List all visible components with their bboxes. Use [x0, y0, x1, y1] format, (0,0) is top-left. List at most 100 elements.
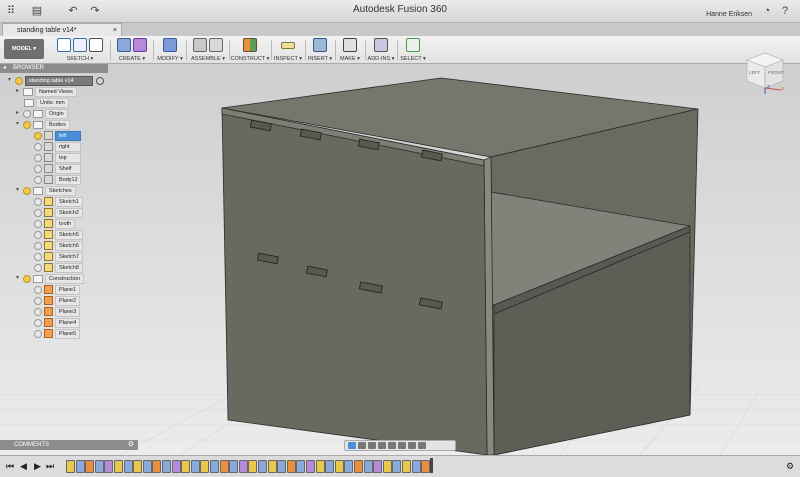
- select-group[interactable]: SELECT ▾: [398, 37, 428, 62]
- timeline-feature-icon[interactable]: [85, 460, 95, 473]
- visibility-bulb-icon[interactable]: [34, 209, 42, 217]
- visibility-bulb-icon[interactable]: [34, 308, 42, 316]
- viewcube-left-face[interactable]: LEFT: [749, 70, 760, 75]
- go-to-end-icon[interactable]: ⏭: [46, 460, 54, 472]
- visibility-bulb-icon[interactable]: [34, 220, 42, 228]
- body-item[interactable]: left: [34, 131, 81, 141]
- timeline-feature-icon[interactable]: [104, 460, 114, 473]
- document-tab[interactable]: standing table v14* ×: [2, 23, 122, 36]
- timeline-feature-icon[interactable]: [267, 460, 277, 473]
- timeline-feature-icon[interactable]: [66, 460, 75, 473]
- make-group[interactable]: MAKE ▾: [336, 37, 364, 62]
- plane-item[interactable]: Plane5: [34, 329, 81, 339]
- timeline-feature-icon[interactable]: [325, 460, 335, 473]
- timeline-feature-icon[interactable]: [286, 460, 296, 473]
- timeline-feature-icon[interactable]: [306, 460, 315, 473]
- timeline-feature-icon[interactable]: [133, 460, 143, 473]
- workspace-switcher[interactable]: MODEL ▾: [4, 39, 44, 59]
- sketch-group[interactable]: SKETCH ▾: [50, 37, 110, 62]
- plane-item[interactable]: Plane2: [34, 296, 81, 306]
- timeline-feature-icon[interactable]: [229, 460, 239, 473]
- zoom-icon[interactable]: [378, 442, 386, 449]
- construction-node[interactable]: ▾ Construction: [16, 274, 84, 284]
- timeline-feature-icon[interactable]: [219, 460, 229, 473]
- grid-settings-icon[interactable]: [408, 442, 416, 449]
- origin-node[interactable]: ▸ Origin: [16, 109, 68, 119]
- visibility-bulb-icon[interactable]: [34, 330, 42, 338]
- construct-group[interactable]: CONSTRUCT ▾: [230, 37, 270, 62]
- units-node[interactable]: Units: mm: [24, 98, 69, 108]
- timeline-feature-icon[interactable]: [114, 460, 123, 473]
- visibility-bulb-icon[interactable]: [15, 77, 23, 85]
- assemble-group[interactable]: ASSEMBLE ▾: [188, 37, 228, 62]
- viewcube-front-face[interactable]: FRONT: [768, 70, 784, 75]
- visibility-bulb-icon[interactable]: [23, 275, 31, 283]
- timeline-feature-icon[interactable]: [315, 460, 325, 473]
- timeline-marker[interactable]: [430, 458, 433, 473]
- visibility-bulb-icon[interactable]: [34, 253, 42, 261]
- visibility-bulb-icon[interactable]: [34, 286, 42, 294]
- body-item[interactable]: Body12: [34, 175, 81, 185]
- pan-icon[interactable]: [368, 442, 376, 449]
- visibility-bulb-icon[interactable]: [34, 242, 42, 250]
- help-icon[interactable]: ?: [778, 5, 792, 17]
- sketch-item[interactable]: Sketch6: [34, 241, 83, 251]
- sketch-item[interactable]: Sketch2: [34, 208, 83, 218]
- timeline-feature-icon[interactable]: [392, 460, 402, 473]
- create-group[interactable]: CREATE ▾: [112, 37, 152, 62]
- sketch-item[interactable]: Sketch8: [34, 263, 83, 273]
- look-at-icon[interactable]: [358, 442, 366, 449]
- viewcube[interactable]: LEFT FRONT Z X: [741, 50, 789, 94]
- plane-item[interactable]: Plane3: [34, 307, 81, 317]
- timeline-feature-icon[interactable]: [238, 460, 248, 473]
- timeline-settings-icon[interactable]: ⚙: [786, 460, 794, 472]
- play-icon[interactable]: ▶: [34, 460, 41, 472]
- timeline-feature-icon[interactable]: [190, 460, 200, 473]
- visibility-bulb-icon[interactable]: [23, 110, 31, 118]
- timeline-feature-icon[interactable]: [334, 460, 344, 473]
- insert-group[interactable]: INSERT ▾: [306, 37, 334, 62]
- timeline-feature-icon[interactable]: [382, 460, 392, 473]
- comments-settings-icon[interactable]: ⚙: [128, 440, 134, 450]
- timeline-feature-icon[interactable]: [200, 460, 210, 473]
- timeline-feature-icon[interactable]: [75, 460, 85, 473]
- timeline-feature-icon[interactable]: [296, 460, 306, 473]
- visibility-bulb-icon[interactable]: [34, 176, 42, 184]
- timeline-feature-icon[interactable]: [181, 460, 191, 473]
- visibility-bulb-icon[interactable]: [23, 187, 31, 195]
- visibility-bulb-icon[interactable]: [34, 319, 42, 327]
- timeline-feature-icon[interactable]: [373, 460, 383, 473]
- activate-radio-icon[interactable]: [96, 77, 104, 85]
- visibility-bulb-icon[interactable]: [34, 231, 42, 239]
- inspect-group[interactable]: INSPECT ▾: [272, 37, 304, 62]
- step-back-icon[interactable]: ◀: [20, 460, 27, 472]
- timeline-feature-icon[interactable]: [142, 460, 152, 473]
- visibility-bulb-icon[interactable]: [23, 121, 31, 129]
- 3d-viewport[interactable]: [0, 64, 800, 455]
- timeline-feature-icon[interactable]: [162, 460, 171, 473]
- collapse-icon[interactable]: ◂: [3, 64, 6, 73]
- add-ins-group[interactable]: ADD-INS ▾: [366, 37, 396, 62]
- timeline-feature-icon[interactable]: [123, 460, 133, 473]
- sketch-item[interactable]: Sketch7: [34, 252, 83, 262]
- sketch-item[interactable]: Sketch1: [34, 197, 83, 207]
- user-name[interactable]: Hanne Eriksen: [706, 11, 752, 18]
- visibility-bulb-icon[interactable]: [34, 198, 42, 206]
- display-settings-icon[interactable]: [398, 442, 406, 449]
- sketches-node[interactable]: ▾ Sketches: [16, 186, 76, 196]
- timeline-feature-icon[interactable]: [248, 460, 258, 473]
- timeline-feature-icon[interactable]: [421, 460, 431, 473]
- timeline-feature-icon[interactable]: [152, 460, 162, 473]
- visibility-bulb-icon[interactable]: [34, 154, 42, 162]
- timeline-feature-icon[interactable]: [344, 460, 354, 473]
- plane-item[interactable]: Plane4: [34, 318, 81, 328]
- fit-icon[interactable]: [388, 442, 396, 449]
- go-to-start-icon[interactable]: ⏮: [6, 460, 14, 472]
- body-item[interactable]: top: [34, 153, 81, 163]
- timeline-feature-icon[interactable]: [363, 460, 373, 473]
- sketch-item[interactable]: Sketch5: [34, 230, 83, 240]
- body-item[interactable]: Shelf: [34, 164, 81, 174]
- timeline-feature-icon[interactable]: [258, 460, 267, 473]
- visibility-bulb-icon[interactable]: [34, 297, 42, 305]
- timeline-feature-icon[interactable]: [402, 460, 411, 473]
